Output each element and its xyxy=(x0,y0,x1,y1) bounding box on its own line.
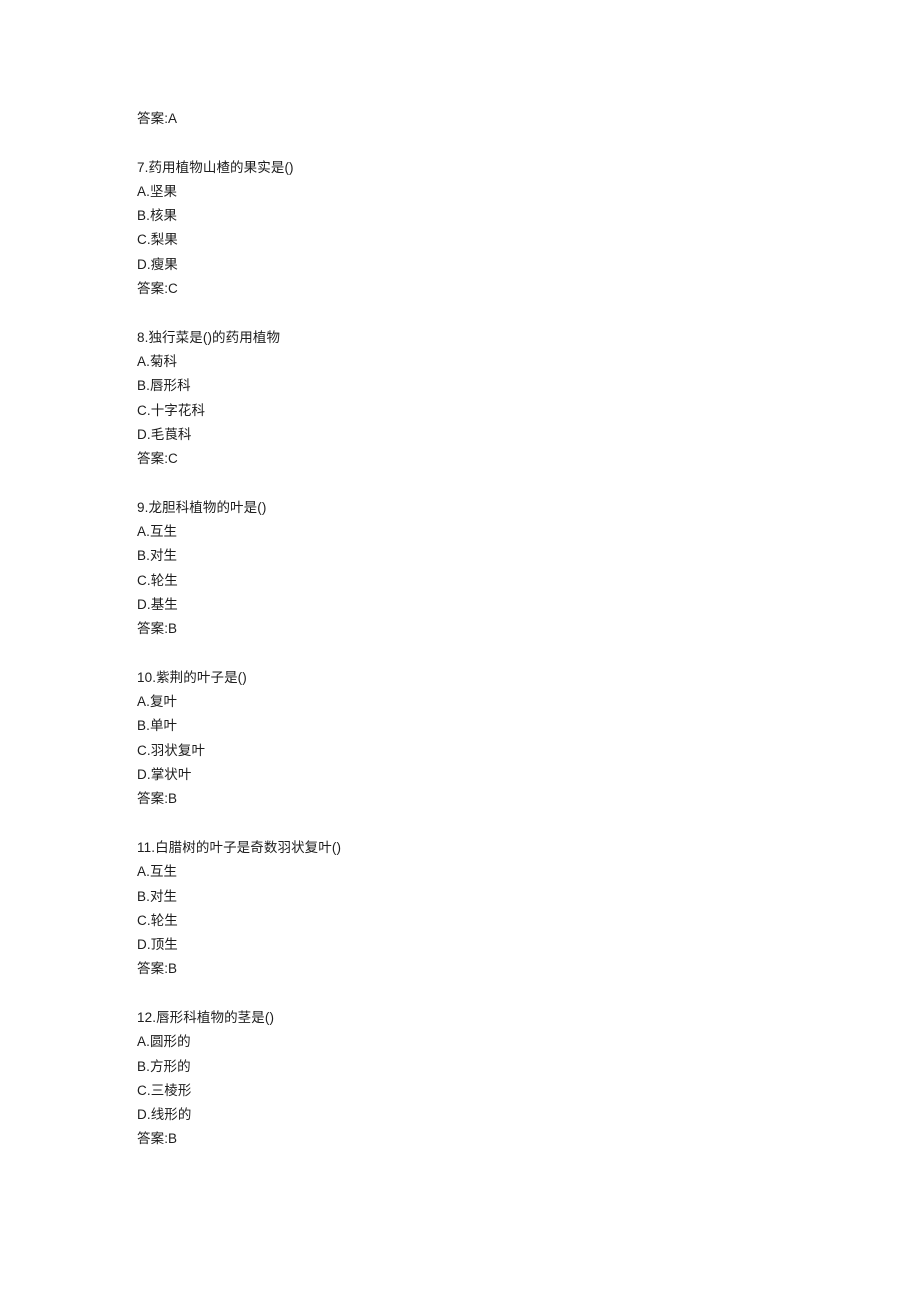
question-option: A.坚果 xyxy=(137,183,178,199)
question-option: B.唇形科 xyxy=(137,378,191,394)
question-option: C.羽状复叶 xyxy=(137,742,206,758)
question-option: B.对生 xyxy=(137,548,178,564)
answer-line: 答案:B xyxy=(137,621,178,637)
question-stem: 10.紫荆的叶子是() xyxy=(137,669,247,685)
answer-line: 答案:B xyxy=(137,791,178,807)
question-option: A.互生 xyxy=(137,864,178,880)
orphan-answer-block: 答案:A xyxy=(137,107,860,131)
question-stem: 12.唇形科植物的茎是() xyxy=(137,1009,275,1025)
question-option: B.对生 xyxy=(137,888,178,904)
question-option: C.轮生 xyxy=(137,912,178,928)
question-option: D.毛莨科 xyxy=(137,426,192,442)
question-option: A.菊科 xyxy=(137,353,178,369)
question-option: D.线形的 xyxy=(137,1107,192,1123)
question-option: A.圆形的 xyxy=(137,1034,191,1050)
answer-line: 答案:B xyxy=(137,961,178,977)
question-option: B.核果 xyxy=(137,208,178,224)
question-block: 8.独行菜是()的药用植物 A.菊科 B.唇形科 C.十字花科 D.毛莨科 答案… xyxy=(137,326,860,472)
question-option: D.掌状叶 xyxy=(137,767,192,783)
answer-line: 答案:A xyxy=(137,111,178,126)
question-block: 12.唇形科植物的茎是() A.圆形的 B.方形的 C.三棱形 D.线形的 答案… xyxy=(137,1006,860,1152)
document-page: 答案:A 7.药用植物山楂的果实是() A.坚果 B.核果 C.梨果 D.瘦果 … xyxy=(0,0,920,1302)
question-block: 10.紫荆的叶子是() A.复叶 B.单叶 C.羽状复叶 D.掌状叶 答案:B xyxy=(137,666,860,812)
question-option: A.互生 xyxy=(137,524,178,540)
question-block: 11.白腊树的叶子是奇数羽状复叶() A.互生 B.对生 C.轮生 D.顶生 答… xyxy=(137,836,860,982)
question-block: 7.药用植物山楂的果实是() A.坚果 B.核果 C.梨果 D.瘦果 答案:C xyxy=(137,156,860,302)
question-option: D.基生 xyxy=(137,596,178,612)
question-option: C.三棱形 xyxy=(137,1082,192,1098)
question-stem: 7.药用植物山楂的果实是() xyxy=(137,159,294,175)
question-option: B.单叶 xyxy=(137,718,178,734)
answer-line: 答案:B xyxy=(137,1131,178,1147)
question-option: C.梨果 xyxy=(137,232,178,248)
question-stem: 9.龙胆科植物的叶是() xyxy=(137,499,267,515)
answer-line: 答案:C xyxy=(137,451,178,467)
question-option: D.瘦果 xyxy=(137,256,178,272)
question-block: 9.龙胆科植物的叶是() A.互生 B.对生 C.轮生 D.基生 答案:B xyxy=(137,496,860,642)
question-option: A.复叶 xyxy=(137,694,178,710)
question-option: C.轮生 xyxy=(137,572,178,588)
answer-line: 答案:C xyxy=(137,281,178,297)
question-stem: 8.独行菜是()的药用植物 xyxy=(137,329,281,345)
question-stem: 11.白腊树的叶子是奇数羽状复叶() xyxy=(137,839,342,855)
question-option: D.顶生 xyxy=(137,937,178,953)
question-option: B.方形的 xyxy=(137,1058,191,1074)
question-option: C.十字花科 xyxy=(137,402,206,418)
